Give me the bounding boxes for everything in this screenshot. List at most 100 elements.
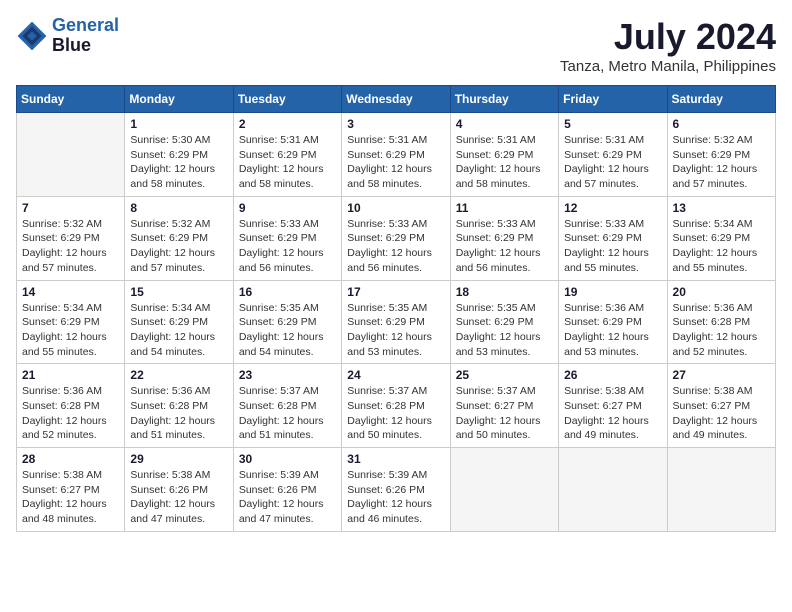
day-info: Sunrise: 5:31 AM Sunset: 6:29 PM Dayligh… (347, 133, 444, 192)
calendar-cell: 3 Sunrise: 5:31 AM Sunset: 6:29 PM Daylig… (342, 113, 450, 197)
week-row-1: 1 Sunrise: 5:30 AM Sunset: 6:29 PM Daylig… (17, 113, 776, 197)
calendar-cell: 17 Sunrise: 5:35 AM Sunset: 6:29 PM Dayli… (342, 280, 450, 364)
day-info: Sunrise: 5:32 AM Sunset: 6:29 PM Dayligh… (22, 217, 119, 276)
day-info: Sunrise: 5:36 AM Sunset: 6:28 PM Dayligh… (130, 384, 227, 443)
day-number: 5 (564, 117, 661, 131)
day-info: Sunrise: 5:32 AM Sunset: 6:29 PM Dayligh… (130, 217, 227, 276)
day-number: 25 (456, 368, 553, 382)
calendar-cell: 14 Sunrise: 5:34 AM Sunset: 6:29 PM Dayli… (17, 280, 125, 364)
calendar-cell: 21Sunrise: 5:36 AM Sunset: 6:28 PM Dayli… (17, 364, 125, 448)
calendar-cell: 4Sunrise: 5:31 AM Sunset: 6:29 PM Daylig… (450, 113, 558, 197)
logo-blue: Blue (52, 36, 119, 56)
calendar-cell: 11 Sunrise: 5:33 AM Sunset: 6:29 PM Dayli… (450, 196, 558, 280)
day-info: Sunrise: 5:31 AM Sunset: 6:29 PM Dayligh… (456, 133, 553, 192)
logo-text: General Blue (52, 16, 119, 56)
weekday-header-tuesday: Tuesday (233, 86, 341, 113)
day-info: Sunrise: 5:32 AM Sunset: 6:29 PM Dayligh… (673, 133, 770, 192)
calendar-cell: 18 Sunrise: 5:35 AM Sunset: 6:29 PM Dayli… (450, 280, 558, 364)
day-number: 31 (347, 452, 444, 466)
day-number: 9 (239, 201, 336, 215)
day-info: Sunrise: 5:35 AM Sunset: 6:29 PM Dayligh… (239, 301, 336, 360)
logo: General Blue (16, 16, 119, 56)
calendar-cell: 12 Sunrise: 5:33 AM Sunset: 6:29 PM Dayli… (559, 196, 667, 280)
day-number: 27 (673, 368, 770, 382)
month-year: July 2024 (560, 16, 776, 58)
day-number: 23 (239, 368, 336, 382)
day-number: 1 (130, 117, 227, 131)
calendar-cell: 29Sunrise: 5:38 AM Sunset: 6:26 PM Dayli… (125, 448, 233, 532)
day-number: 15 (130, 285, 227, 299)
calendar-cell: 26Sunrise: 5:38 AM Sunset: 6:27 PM Dayli… (559, 364, 667, 448)
day-info: Sunrise: 5:37 AM Sunset: 6:28 PM Dayligh… (239, 384, 336, 443)
day-number: 8 (130, 201, 227, 215)
day-number: 30 (239, 452, 336, 466)
day-number: 11 (456, 201, 553, 215)
calendar-cell: 10 Sunrise: 5:33 AM Sunset: 6:29 PM Dayli… (342, 196, 450, 280)
calendar-cell: 20 Sunrise: 5:36 AM Sunset: 6:28 PM Dayli… (667, 280, 775, 364)
calendar-cell: 23 Sunrise: 5:37 AM Sunset: 6:28 PM Dayli… (233, 364, 341, 448)
weekday-header-monday: Monday (125, 86, 233, 113)
weekday-header-friday: Friday (559, 86, 667, 113)
day-number: 16 (239, 285, 336, 299)
day-number: 12 (564, 201, 661, 215)
calendar-cell: 27Sunrise: 5:38 AM Sunset: 6:27 PM Dayli… (667, 364, 775, 448)
week-row-4: 21Sunrise: 5:36 AM Sunset: 6:28 PM Dayli… (17, 364, 776, 448)
day-info: Sunrise: 5:39 AM Sunset: 6:26 PM Dayligh… (239, 468, 336, 527)
day-info: Sunrise: 5:36 AM Sunset: 6:28 PM Dayligh… (673, 301, 770, 360)
day-info: Sunrise: 5:33 AM Sunset: 6:29 PM Dayligh… (564, 217, 661, 276)
day-number: 7 (22, 201, 119, 215)
day-info: Sunrise: 5:38 AM Sunset: 6:27 PM Dayligh… (22, 468, 119, 527)
day-number: 18 (456, 285, 553, 299)
day-number: 24 (347, 368, 444, 382)
day-info: Sunrise: 5:33 AM Sunset: 6:29 PM Dayligh… (456, 217, 553, 276)
calendar-cell: 25Sunrise: 5:37 AM Sunset: 6:27 PM Dayli… (450, 364, 558, 448)
calendar-cell: 31Sunrise: 5:39 AM Sunset: 6:26 PM Dayli… (342, 448, 450, 532)
day-number: 10 (347, 201, 444, 215)
day-number: 26 (564, 368, 661, 382)
day-info: Sunrise: 5:35 AM Sunset: 6:29 PM Dayligh… (347, 301, 444, 360)
calendar-cell: 7 Sunrise: 5:32 AM Sunset: 6:29 PM Daylig… (17, 196, 125, 280)
day-number: 14 (22, 285, 119, 299)
calendar-cell (17, 113, 125, 197)
weekday-header-sunday: Sunday (17, 86, 125, 113)
calendar-cell: 22 Sunrise: 5:36 AM Sunset: 6:28 PM Dayli… (125, 364, 233, 448)
day-number: 22 (130, 368, 227, 382)
week-row-3: 14 Sunrise: 5:34 AM Sunset: 6:29 PM Dayli… (17, 280, 776, 364)
weekday-header-wednesday: Wednesday (342, 86, 450, 113)
calendar-cell: 9 Sunrise: 5:33 AM Sunset: 6:29 PM Daylig… (233, 196, 341, 280)
day-number: 6 (673, 117, 770, 131)
calendar-cell (450, 448, 558, 532)
day-info: Sunrise: 5:34 AM Sunset: 6:29 PM Dayligh… (22, 301, 119, 360)
day-info: Sunrise: 5:38 AM Sunset: 6:26 PM Dayligh… (130, 468, 227, 527)
day-info: Sunrise: 5:30 AM Sunset: 6:29 PM Dayligh… (130, 133, 227, 192)
day-info: Sunrise: 5:35 AM Sunset: 6:29 PM Dayligh… (456, 301, 553, 360)
day-number: 3 (347, 117, 444, 131)
calendar-cell: 1 Sunrise: 5:30 AM Sunset: 6:29 PM Daylig… (125, 113, 233, 197)
location: Tanza, Metro Manila, Philippines (560, 58, 776, 75)
calendar-cell: 8 Sunrise: 5:32 AM Sunset: 6:29 PM Daylig… (125, 196, 233, 280)
day-number: 19 (564, 285, 661, 299)
day-info: Sunrise: 5:37 AM Sunset: 6:28 PM Dayligh… (347, 384, 444, 443)
day-number: 17 (347, 285, 444, 299)
calendar-cell: 6 Sunrise: 5:32 AM Sunset: 6:29 PM Daylig… (667, 113, 775, 197)
day-number: 20 (673, 285, 770, 299)
calendar-cell (559, 448, 667, 532)
day-info: Sunrise: 5:31 AM Sunset: 6:29 PM Dayligh… (239, 133, 336, 192)
day-number: 13 (673, 201, 770, 215)
day-info: Sunrise: 5:33 AM Sunset: 6:29 PM Dayligh… (347, 217, 444, 276)
weekday-header-thursday: Thursday (450, 86, 558, 113)
weekday-header-saturday: Saturday (667, 86, 775, 113)
day-number: 2 (239, 117, 336, 131)
day-info: Sunrise: 5:33 AM Sunset: 6:29 PM Dayligh… (239, 217, 336, 276)
calendar-cell: 24 Sunrise: 5:37 AM Sunset: 6:28 PM Dayli… (342, 364, 450, 448)
day-info: Sunrise: 5:31 AM Sunset: 6:29 PM Dayligh… (564, 133, 661, 192)
calendar-cell: 13Sunrise: 5:34 AM Sunset: 6:29 PM Dayli… (667, 196, 775, 280)
calendar-cell: 19Sunrise: 5:36 AM Sunset: 6:29 PM Dayli… (559, 280, 667, 364)
calendar-cell (667, 448, 775, 532)
calendar-cell: 28Sunrise: 5:38 AM Sunset: 6:27 PM Dayli… (17, 448, 125, 532)
logo-general: General (52, 15, 119, 35)
weekday-header-row: SundayMondayTuesdayWednesdayThursdayFrid… (17, 86, 776, 113)
page-header: General Blue July 2024 Tanza, Metro Mani… (16, 16, 776, 75)
calendar-cell: 15Sunrise: 5:34 AM Sunset: 6:29 PM Dayli… (125, 280, 233, 364)
week-row-2: 7 Sunrise: 5:32 AM Sunset: 6:29 PM Daylig… (17, 196, 776, 280)
